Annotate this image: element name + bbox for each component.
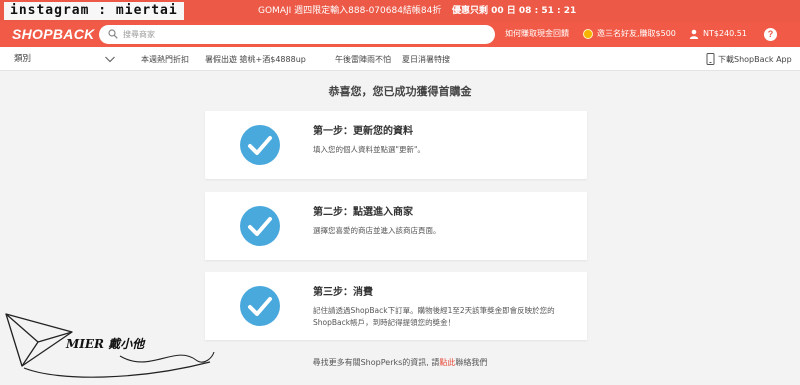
step-description: 填入您的個人資料並點選"更新"。 bbox=[313, 145, 425, 154]
nav-summer-travel[interactable]: 暑假出遊 搶桃+酒$4888up bbox=[205, 54, 306, 65]
how-to-earn-link[interactable]: 如何賺取現金回饋 bbox=[505, 28, 569, 40]
promo-code-text[interactable]: GOMAJI 週四限定輸入888-070684結帳84折 bbox=[258, 4, 441, 18]
main-header: SHOPBACK 如何賺取現金回饋 邀三名好友,賺取$500 NT$240.51… bbox=[0, 22, 800, 47]
nav-weekly-hot-deals[interactable]: 本週熱門折扣 bbox=[141, 54, 189, 65]
nav-summer-cool[interactable]: 夏日消暑特搜 bbox=[402, 54, 450, 65]
search-icon bbox=[108, 29, 118, 39]
user-icon bbox=[689, 29, 699, 39]
download-app-link[interactable]: 下載ShopBack App bbox=[718, 54, 792, 65]
paper-plane-icon bbox=[5, 313, 73, 367]
step-card-3: 第三步：消費 記住請透過ShopBack下訂單。購物後經1至2天該筆獎金即會反映… bbox=[205, 272, 587, 340]
account-balance[interactable]: NT$240.51 bbox=[703, 28, 747, 40]
step-description: 記住請透過ShopBack下訂單。購物後經1至2天該筆獎金即會反映於您的Shop… bbox=[313, 306, 555, 327]
check-icon bbox=[240, 206, 280, 246]
shopback-logo[interactable]: SHOPBACK bbox=[12, 25, 95, 44]
chevron-down-icon[interactable] bbox=[104, 54, 116, 64]
mobile-icon bbox=[706, 53, 715, 65]
instagram-watermark: instagram : miertai bbox=[4, 2, 184, 20]
step-title: 第二步：點選進入商家 bbox=[313, 207, 413, 218]
step-card-2: 第二步：點選進入商家 選擇您喜愛的商店並進入該商店頁面。 bbox=[205, 192, 587, 260]
search-input[interactable] bbox=[123, 26, 483, 42]
coin-icon bbox=[583, 29, 593, 39]
step-card-1: 第一步：更新您的資料 填入您的個人資料並點選"更新"。 bbox=[205, 111, 587, 179]
search-box[interactable] bbox=[99, 25, 495, 44]
check-icon bbox=[240, 286, 280, 326]
help-icon[interactable]: ? bbox=[764, 28, 777, 41]
footer-text-end: 聯絡我們 bbox=[455, 358, 488, 367]
footer-text: 尋找更多有關ShopPerks的資訊, 請 bbox=[312, 358, 440, 367]
contact-us-link[interactable]: 點此 bbox=[439, 358, 455, 367]
nav-afternoon-rain[interactable]: 午後雷陣雨不怕 bbox=[335, 54, 391, 65]
promo-countdown: 優惠只剩 00 日 08 : 51 : 21 bbox=[452, 6, 577, 16]
signature-text: MIER 戴小他 bbox=[65, 337, 146, 351]
step-title: 第三步：消費 bbox=[313, 287, 373, 298]
category-bar: 類別 本週熱門折扣 暑假出遊 搶桃+酒$4888up 午後雷陣雨不怕 夏日消暑特… bbox=[0, 47, 800, 71]
promo-bar: instagram : miertai GOMAJI 週四限定輸入888-070… bbox=[0, 0, 800, 22]
page-title: 恭喜您，您已成功獲得首購金 bbox=[328, 85, 472, 98]
step-description: 選擇您喜愛的商店並進入該商店頁面。 bbox=[313, 226, 441, 235]
category-dropdown-label[interactable]: 類別 bbox=[14, 53, 31, 65]
step-title: 第一步：更新您的資料 bbox=[313, 126, 413, 137]
signature-watermark: MIER 戴小他 bbox=[5, 313, 215, 378]
invite-friends-link[interactable]: 邀三名好友,賺取$500 bbox=[597, 28, 676, 40]
check-icon bbox=[240, 125, 280, 165]
